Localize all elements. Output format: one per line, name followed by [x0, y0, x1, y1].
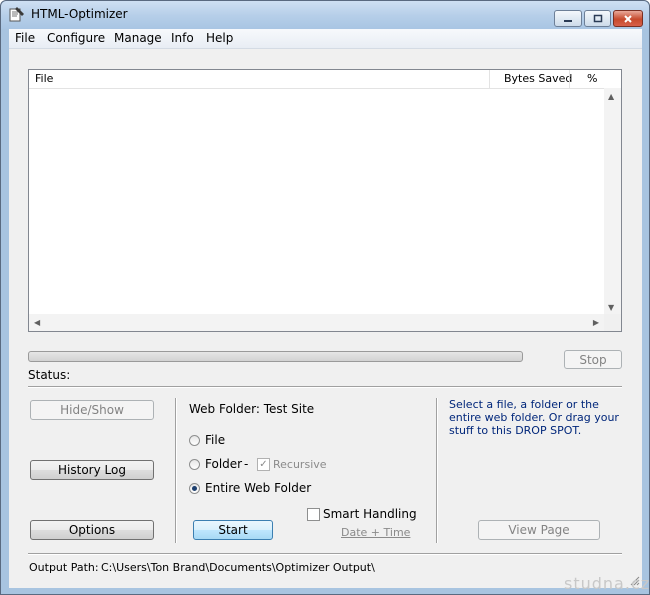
close-button[interactable]	[613, 10, 643, 27]
window-title: HTML-Optimizer	[31, 7, 128, 21]
list-header: File Bytes Saved %	[29, 70, 605, 89]
output-path-label: Output Path:	[29, 561, 99, 574]
watermark: studna.cz	[564, 574, 650, 593]
column-divider[interactable]	[489, 70, 490, 88]
app-icon	[9, 7, 24, 22]
column-divider[interactable]	[569, 70, 570, 88]
scroll-down-arrow-icon[interactable]: ▼	[608, 303, 614, 312]
client-area: File Configure Manage Info Help File Byt…	[9, 29, 642, 588]
recursive-label[interactable]: Recursive	[273, 458, 327, 471]
web-folder-label: Web Folder: Test Site	[189, 402, 315, 416]
scroll-up-arrow-icon[interactable]: ▲	[608, 92, 614, 101]
stop-button[interactable]: Stop	[564, 350, 622, 369]
output-path-value[interactable]: C:\Users\Ton Brand\Documents\Optimizer O…	[101, 561, 375, 574]
radio-entire-web-folder-label[interactable]: Entire Web Folder	[205, 481, 311, 495]
menu-info[interactable]: Info	[171, 31, 194, 45]
divider-right	[436, 398, 438, 543]
scroll-right-arrow-icon[interactable]: ▶	[593, 318, 599, 327]
radio-entire-web-folder[interactable]	[189, 483, 200, 494]
radio-file-label[interactable]: File	[205, 433, 225, 447]
minimize-icon	[555, 11, 581, 26]
menu-file[interactable]: File	[15, 31, 35, 45]
divider-left	[175, 398, 177, 543]
menu-bar: File Configure Manage Info Help	[9, 29, 642, 49]
start-button[interactable]: Start	[193, 520, 273, 540]
divider-top	[28, 386, 622, 388]
date-time-link[interactable]: Date + Time	[341, 526, 410, 539]
recursive-checkbox[interactable]: ✓	[257, 458, 270, 471]
results-list[interactable]: File Bytes Saved % ▲ ▼ ◀ ▶	[28, 69, 622, 332]
radio-selected-dot	[192, 486, 197, 491]
app-window: HTML-Optimizer File Configure Manage Inf…	[0, 0, 650, 595]
column-percent[interactable]: %	[587, 72, 597, 85]
minimize-button[interactable]	[554, 10, 582, 27]
menu-help[interactable]: Help	[206, 31, 233, 45]
maximize-icon	[585, 11, 610, 26]
hide-show-button[interactable]: Hide/Show	[30, 400, 154, 420]
title-bar[interactable]: HTML-Optimizer	[1, 1, 649, 29]
smart-handling-checkbox[interactable]	[307, 508, 320, 521]
header-filler	[604, 70, 621, 89]
drop-spot-info[interactable]: Select a file, a folder or the entire we…	[449, 398, 634, 437]
radio-folder-label[interactable]: Folder	[205, 457, 242, 471]
column-bytes-saved[interactable]: Bytes Saved	[504, 72, 572, 85]
history-log-button[interactable]: History Log	[30, 460, 154, 480]
checkmark-icon: ✓	[259, 459, 268, 470]
progress-bar	[28, 351, 523, 362]
menu-configure[interactable]: Configure	[47, 31, 105, 45]
options-button[interactable]: Options	[30, 520, 154, 540]
scroll-corner	[604, 314, 621, 331]
view-page-button[interactable]: View Page	[478, 520, 600, 540]
divider-bottom	[28, 553, 622, 555]
smart-handling-label[interactable]: Smart Handling	[323, 507, 417, 521]
close-icon	[614, 11, 642, 26]
folder-dash: -	[244, 457, 249, 471]
horizontal-scrollbar[interactable]: ◀ ▶	[29, 314, 604, 331]
radio-file[interactable]	[189, 435, 200, 446]
radio-folder[interactable]	[189, 459, 200, 470]
menu-manage[interactable]: Manage	[114, 31, 162, 45]
column-file[interactable]: File	[35, 72, 53, 85]
scroll-left-arrow-icon[interactable]: ◀	[34, 318, 40, 327]
maximize-button[interactable]	[584, 10, 611, 27]
vertical-scrollbar[interactable]: ▲ ▼	[604, 88, 621, 316]
status-label: Status:	[28, 368, 71, 382]
